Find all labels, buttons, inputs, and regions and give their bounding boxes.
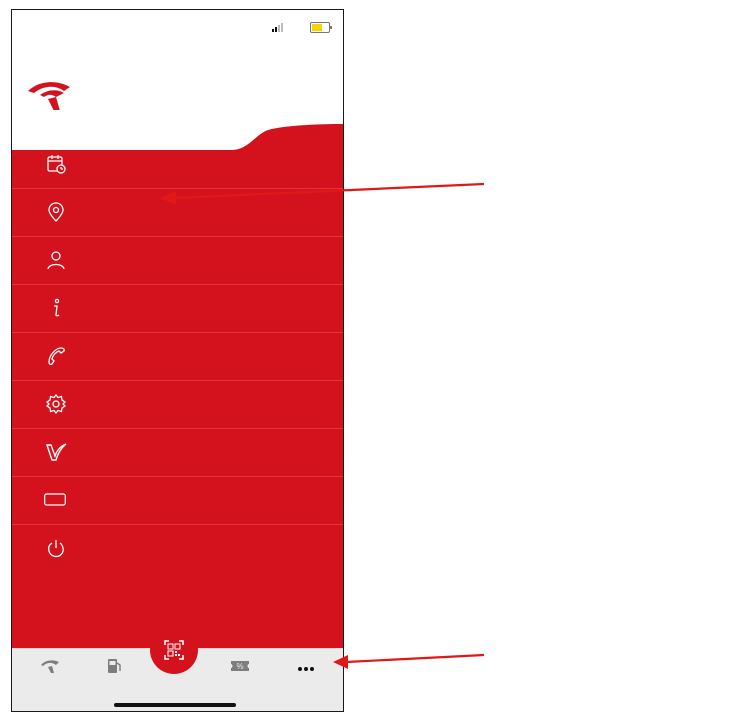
annotation-arrows (160, 182, 485, 669)
ebilet-arrow-line (173, 182, 485, 200)
more-arrowhead (333, 655, 348, 669)
more-arrow-line (345, 653, 485, 664)
ebilet-arrowhead (160, 191, 176, 205)
